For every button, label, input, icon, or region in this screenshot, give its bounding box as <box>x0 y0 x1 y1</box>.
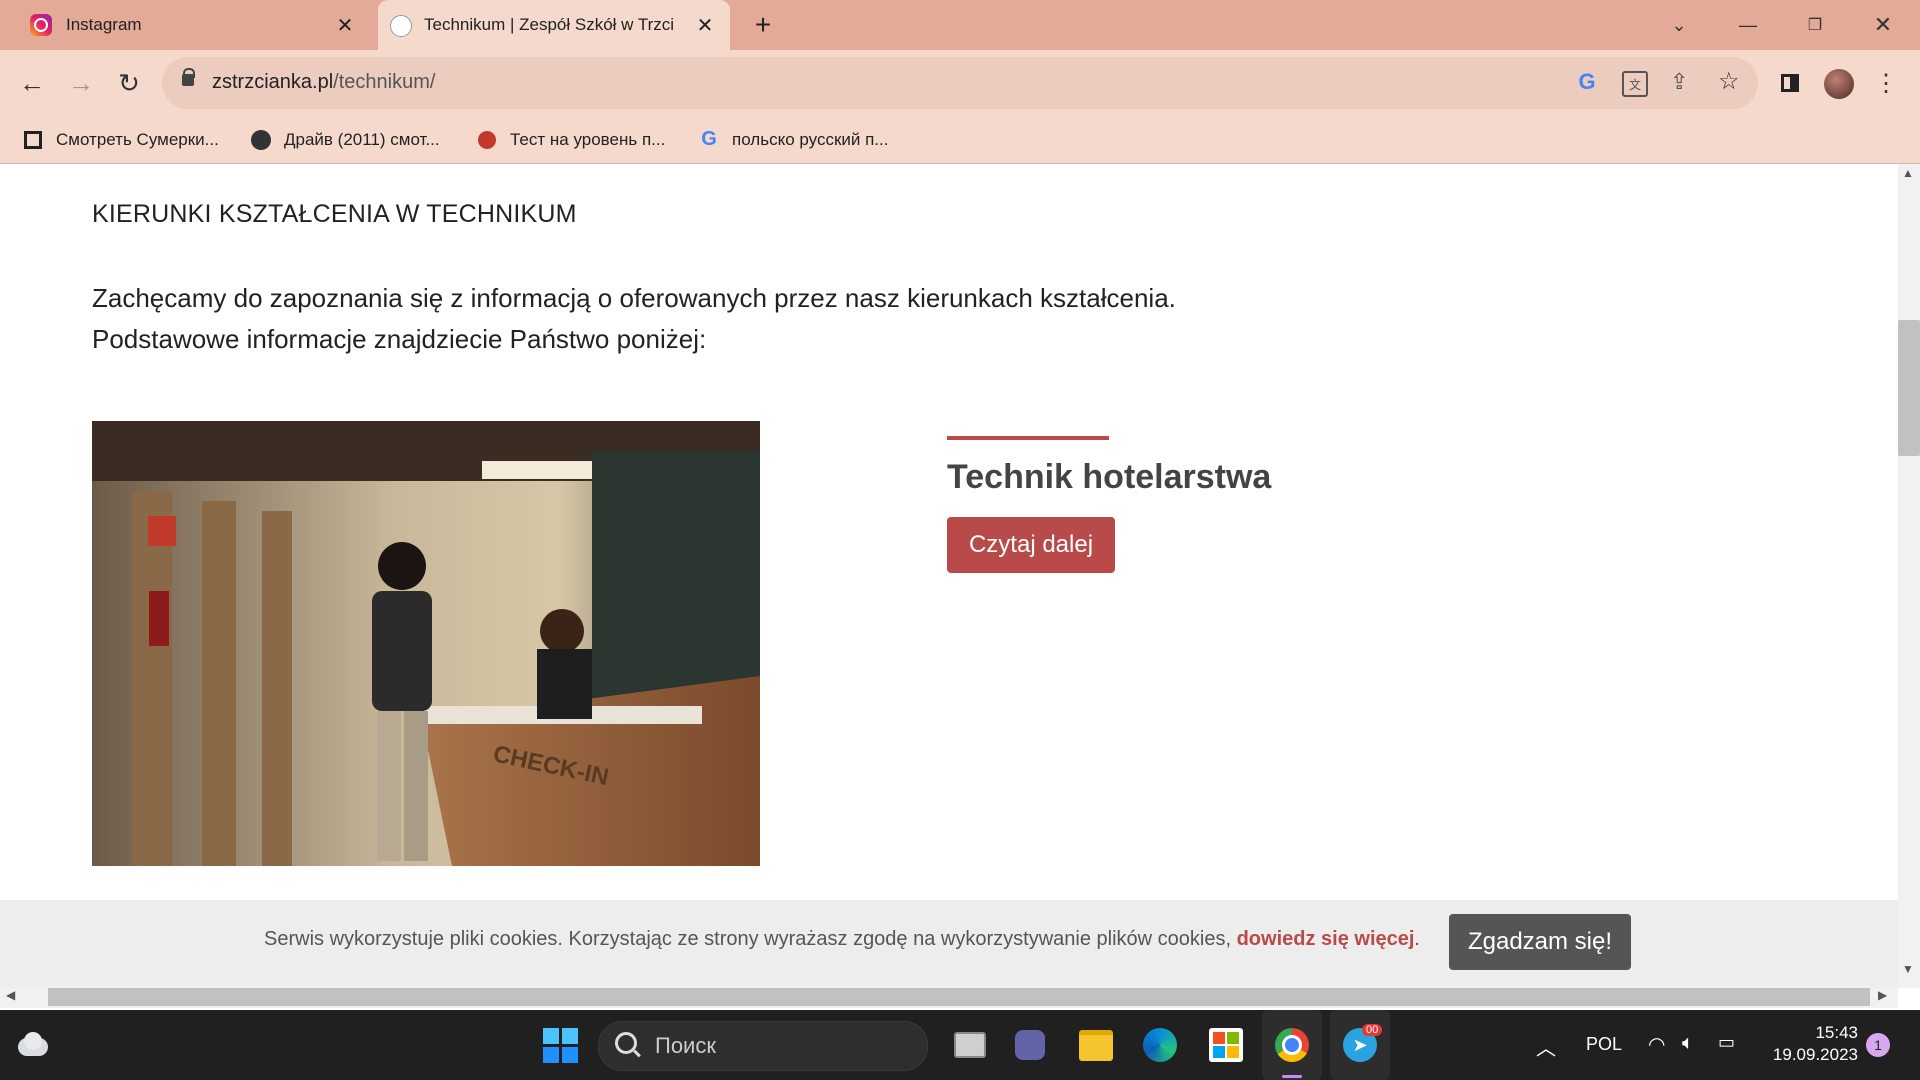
back-button[interactable]: ← <box>12 63 52 103</box>
tab-title: Technikum | Zespół Szkół w Trzci <box>424 15 675 34</box>
clock[interactable]: 15:43 19.09.2023 <box>1768 1022 1858 1066</box>
menu-icon[interactable]: ⋮ <box>1866 63 1906 103</box>
battery-charging-icon[interactable]: ▭ <box>1718 1032 1735 1053</box>
close-window-button[interactable]: ✕ <box>1868 10 1898 40</box>
close-tab-icon[interactable]: ✕ <box>694 14 716 37</box>
accept-cookies-button[interactable]: Zgadzam się! <box>1449 914 1631 970</box>
translate-icon[interactable]: 文 <box>1622 71 1648 97</box>
minimize-button[interactable]: — <box>1733 10 1763 40</box>
cookie-more-link[interactable]: dowiedz się więcej <box>1237 928 1415 950</box>
quiz-icon <box>476 129 498 151</box>
scroll-right-arrow-icon[interactable]: ▶ <box>1878 988 1887 1002</box>
file-explorer-icon[interactable] <box>1066 1010 1126 1080</box>
read-more-button[interactable]: Czytaj dalej <box>947 517 1115 573</box>
bookmark-item[interactable]: Драйв (2011) смот... <box>250 116 440 163</box>
edge-browser-icon[interactable] <box>1130 1010 1190 1080</box>
bookmark-item[interactable]: Тест на уровень п... <box>476 116 665 163</box>
bookmark-label: Смотреть Сумерки... <box>56 129 219 149</box>
google-icon[interactable]: G <box>1574 69 1600 95</box>
new-tab-button[interactable]: + <box>748 9 778 40</box>
search-icon-handle <box>633 1049 641 1058</box>
chrome-icon[interactable] <box>1262 1010 1322 1080</box>
google-icon: G <box>701 128 717 150</box>
forward-button[interactable]: → <box>61 63 101 103</box>
taskbar-search-box[interactable]: Поиск <box>598 1021 928 1071</box>
cookie-banner: Serwis wykorzystuje pliki cookies. Korzy… <box>0 900 1898 986</box>
language-indicator[interactable]: POL <box>1586 1034 1622 1055</box>
address-bar[interactable]: zstrzcianka.pl/technikum/ G 文 ⇪ ☆ <box>162 57 1758 109</box>
bookmark-item[interactable]: G польско русский п... <box>698 116 888 163</box>
bookmark-label: польско русский п... <box>732 129 889 149</box>
tab-strip: Instagram ✕ Technikum | Zespół Szkół w T… <box>0 0 1920 50</box>
wifi-icon[interactable]: ◠ <box>1648 1032 1665 1057</box>
profile-avatar[interactable] <box>1824 69 1854 99</box>
telegram-icon[interactable]: ➤ 00 <box>1330 1010 1390 1080</box>
scroll-down-arrow-icon[interactable]: ▼ <box>1902 962 1914 976</box>
program-title: Technik hotelarstwa <box>947 458 1272 496</box>
bookmarks-bar: Смотреть Сумерки... Драйв (2011) смот...… <box>0 116 1920 164</box>
horizontal-scroll-thumb[interactable] <box>48 988 1870 1006</box>
teams-chat-icon[interactable] <box>1000 1010 1060 1080</box>
cookie-message: Serwis wykorzystuje pliki cookies. Korzy… <box>264 928 1237 950</box>
url-text[interactable]: zstrzcianka.pl/technikum/ <box>212 71 435 94</box>
tab-instagram[interactable]: Instagram ✕ <box>0 0 370 50</box>
bookmark-label: Тест на уровень п... <box>510 129 666 149</box>
scroll-up-arrow-icon[interactable]: ▲ <box>1902 166 1914 180</box>
bookmark-star-icon[interactable]: ☆ <box>1718 67 1740 96</box>
side-panel-icon[interactable] <box>1770 63 1810 103</box>
lock-shackle-icon <box>183 68 195 78</box>
title-accent-line <box>947 436 1109 440</box>
bookmark-item[interactable]: Смотреть Сумерки... <box>22 116 219 163</box>
restore-button[interactable]: ❐ <box>1800 10 1830 40</box>
avatar-icon <box>250 129 272 151</box>
weather-icon[interactable] <box>16 1030 50 1060</box>
tab-title: Instagram <box>66 15 142 34</box>
windows-logo-icon <box>542 1027 578 1063</box>
share-icon[interactable]: ⇪ <box>1670 69 1688 95</box>
page-heading: KIERUNKI KSZTAŁCENIA W TECHNIKUM <box>92 200 577 228</box>
start-button[interactable] <box>530 1010 590 1080</box>
intro-text: Zachęcamy do zapoznania się z informacją… <box>92 278 1176 360</box>
url-path: /technikum/ <box>333 71 436 93</box>
scroll-left-arrow-icon[interactable]: ◀ <box>6 988 15 1002</box>
windows-taskbar: ➤ 00 ︿ POL ◠ 🔈︎ ▭ 15:43 19.09.2023 1 <box>0 1010 1920 1080</box>
intro-line-2: Podstawowe informacje znajdziecie Państw… <box>92 324 707 354</box>
url-domain: zstrzcianka.pl <box>212 71 334 93</box>
task-view-button[interactable] <box>940 1010 1000 1080</box>
hotel-reception-photo: CHECK-IN <box>92 421 760 866</box>
microsoft-store-icon[interactable] <box>1196 1010 1256 1080</box>
film-icon <box>22 129 44 151</box>
cookie-suffix: . <box>1414 928 1420 950</box>
tab-search-chevron-icon[interactable]: ⌄ <box>1664 10 1694 40</box>
cookie-text: Serwis wykorzystuje pliki cookies. Korzy… <box>264 928 1420 951</box>
instagram-icon <box>30 14 52 36</box>
school-crest-icon <box>390 15 412 37</box>
close-tab-icon[interactable]: ✕ <box>334 14 356 37</box>
intro-line-1: Zachęcamy do zapoznania się z informacją… <box>92 283 1176 313</box>
search-placeholder: Поиск <box>655 1033 716 1058</box>
tab-technikum[interactable]: Technikum | Zespół Szkół w Trzci ✕ <box>378 0 730 50</box>
show-hidden-icons-chevron[interactable]: ︿ <box>1536 1032 1556 1061</box>
reload-button[interactable]: ↻ <box>109 63 149 103</box>
page-content: KIERUNKI KSZTAŁCENIA W TECHNIKUM Zachęca… <box>0 164 1898 988</box>
clock-time: 15:43 <box>1815 1023 1858 1042</box>
vertical-scrollbar[interactable] <box>1898 164 1920 988</box>
clock-date: 19.09.2023 <box>1772 1045 1858 1064</box>
bookmark-label: Драйв (2011) смот... <box>284 129 440 149</box>
vertical-scroll-thumb[interactable] <box>1898 320 1920 456</box>
telegram-unread-badge: 00 <box>1362 1024 1383 1036</box>
volume-icon[interactable]: 🔈︎ <box>1682 1032 1694 1055</box>
notification-badge[interactable]: 1 <box>1866 1033 1890 1057</box>
